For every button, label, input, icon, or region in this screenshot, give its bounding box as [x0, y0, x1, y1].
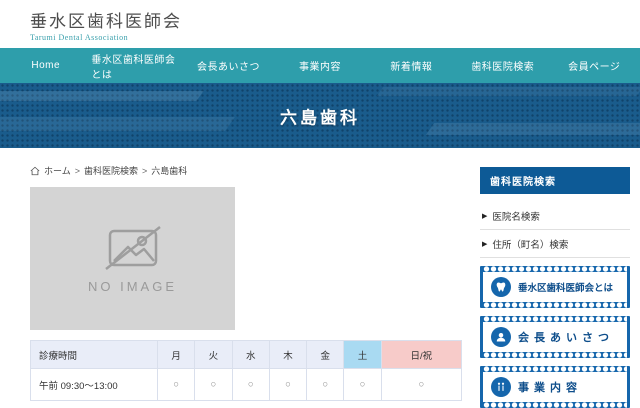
cell-tue: ○	[195, 369, 232, 401]
nav-item-business[interactable]: 事業内容	[274, 48, 365, 83]
column-header-thu: 木	[269, 341, 306, 369]
column-header-sun: 日/祝	[381, 341, 461, 369]
sidebar-search-title: 歯科医院検索	[480, 167, 630, 194]
nav-item-clinic-search[interactable]: 歯科医院検索	[457, 48, 548, 83]
utensils-icon	[491, 377, 511, 397]
sidebar: 歯科医院検索 ▶ 医院名検索 ▶ 住所（町名）検索 垂水区歯科医師会とは	[480, 167, 630, 408]
hero-banner: 六島歯科	[0, 83, 640, 148]
column-header-hours: 診療時間	[31, 341, 158, 369]
breadcrumb-separator: >	[75, 166, 80, 176]
cell-sun: ○	[381, 369, 461, 401]
nav-item-news[interactable]: 新着情報	[366, 48, 457, 83]
sidebar-button-business-content[interactable]: 事業内容	[480, 366, 630, 408]
no-image-icon	[102, 223, 164, 273]
tooth-icon	[491, 277, 511, 297]
clinic-photo-placeholder: NO IMAGE	[30, 187, 235, 330]
cell-mon: ○	[158, 369, 195, 401]
breadcrumb-clinic-search[interactable]: 歯科医院検索	[84, 164, 138, 177]
person-icon	[491, 327, 511, 347]
sidebar-button-label: 事業内容	[518, 379, 582, 395]
cell-wed: ○	[232, 369, 269, 401]
sidebar-button-chairman-greeting[interactable]: 会長あいさつ	[480, 316, 630, 358]
nav-item-member[interactable]: 会員ページ	[549, 48, 640, 83]
site-subtitle: Tarumi Dental Association	[30, 33, 182, 42]
column-header-sat: 土	[344, 341, 381, 369]
table-header-row: 診療時間 月 火 水 木 金 土 日/祝	[31, 341, 462, 369]
no-image-label: NO IMAGE	[88, 279, 177, 294]
sidebar-link-clinic-name-search[interactable]: ▶ 医院名検索	[480, 202, 630, 230]
consultation-hours-table: 診療時間 月 火 水 木 金 土 日/祝 午前 09:30～13:00 ○ ○ …	[30, 340, 462, 401]
nav-item-home[interactable]: Home	[0, 48, 91, 83]
breadcrumb-current: 六島歯科	[151, 164, 187, 177]
breadcrumb-separator: >	[142, 166, 147, 176]
sidebar-link-address-search[interactable]: ▶ 住所（町名）検索	[480, 230, 630, 258]
cell-fri: ○	[307, 369, 344, 401]
cell-sat: ○	[344, 369, 381, 401]
main-nav: Home 垂水区歯科医師会とは 会長あいさつ 事業内容 新着情報 歯科医院検索 …	[0, 48, 640, 83]
nav-item-about[interactable]: 垂水区歯科医師会とは	[91, 48, 182, 83]
home-icon	[30, 166, 40, 176]
site-title: 垂水区歯科医師会	[30, 7, 182, 32]
column-header-wed: 水	[232, 341, 269, 369]
column-header-fri: 金	[307, 341, 344, 369]
breadcrumb-home[interactable]: ホーム	[44, 164, 71, 177]
nav-item-greeting[interactable]: 会長あいさつ	[183, 48, 274, 83]
page: { "header": { "title": "垂水区歯科医師会", "subt…	[0, 0, 640, 400]
site-logo[interactable]: 垂水区歯科医師会 Tarumi Dental Association	[30, 7, 182, 42]
page-title: 六島歯科	[0, 103, 640, 128]
sidebar-link-label: 医院名検索	[492, 209, 540, 223]
triangle-icon: ▶	[482, 212, 487, 220]
sidebar-button-label: 垂水区歯科医師会とは	[518, 280, 613, 294]
table-row-morning: 午前 09:30～13:00 ○ ○ ○ ○ ○ ○ ○	[31, 369, 462, 401]
site-header: 垂水区歯科医師会 Tarumi Dental Association	[0, 0, 640, 48]
column-header-tue: 火	[195, 341, 232, 369]
sidebar-button-about-association[interactable]: 垂水区歯科医師会とは	[480, 266, 630, 308]
sidebar-link-label: 住所（町名）検索	[492, 237, 568, 251]
row-label-morning-hours: 午前 09:30～13:00	[31, 369, 158, 401]
sidebar-search-links: ▶ 医院名検索 ▶ 住所（町名）検索	[480, 202, 630, 258]
breadcrumb: ホーム > 歯科医院検索 > 六島歯科	[30, 164, 187, 177]
column-header-mon: 月	[158, 341, 195, 369]
triangle-icon: ▶	[482, 240, 487, 248]
sidebar-button-label: 会長あいさつ	[518, 329, 614, 345]
cell-thu: ○	[269, 369, 306, 401]
